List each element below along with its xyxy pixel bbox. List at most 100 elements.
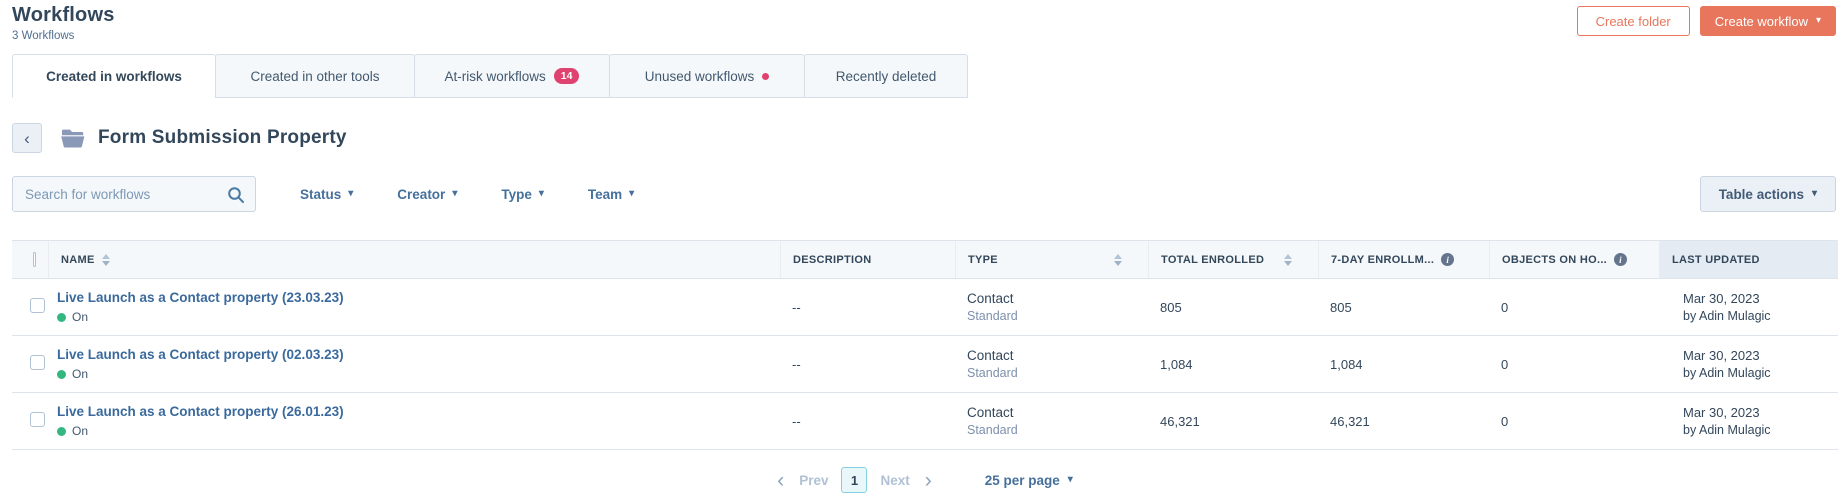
workflow-link[interactable]: Live Launch as a Contact property (26.01… xyxy=(57,404,344,419)
tab-at-risk-workflows[interactable]: At-risk workflows 14 xyxy=(414,54,610,98)
last-updated-cell: Mar 30, 2023 by Adin Mulagic xyxy=(1659,405,1838,437)
7-day-enrollment-cell: 805 xyxy=(1330,299,1352,315)
chevron-left-icon: ‹ xyxy=(24,128,30,148)
updated-date: Mar 30, 2023 xyxy=(1683,291,1760,306)
create-workflow-label: Create workflow xyxy=(1714,13,1808,29)
tab-created-in-other-tools[interactable]: Created in other tools xyxy=(215,54,415,98)
chevron-down-icon: ▾ xyxy=(1811,188,1817,199)
total-enrolled-cell: 805 xyxy=(1160,299,1182,315)
column-header-7-day-enrollment[interactable]: 7-DAY ENROLLM... i xyxy=(1318,241,1489,278)
page-title: Workflows xyxy=(12,4,115,26)
tab-label: Created in other tools xyxy=(250,68,380,84)
tab-created-in-workflows[interactable]: Created in workflows xyxy=(12,54,216,98)
column-header-last-updated[interactable]: LAST UPDATED xyxy=(1659,241,1838,278)
unused-alert-dot xyxy=(762,72,770,80)
create-workflow-button[interactable]: Create workflow ▾ xyxy=(1699,6,1836,36)
column-label: DESCRIPTION xyxy=(793,253,872,266)
workflows-page: Workflows 3 Workflows Create folder Crea… xyxy=(0,0,1848,502)
per-page-label: 25 per page xyxy=(984,472,1060,488)
objects-on-hold-cell: 0 xyxy=(1501,413,1509,429)
name-cell: Live Launch as a Contact property (26.01… xyxy=(48,404,780,438)
select-cell xyxy=(12,355,48,373)
name-cell: Live Launch as a Contact property (23.03… xyxy=(48,290,780,324)
tab-recently-deleted[interactable]: Recently deleted xyxy=(804,54,968,98)
last-updated-cell: Mar 30, 2023 by Adin Mulagic xyxy=(1659,348,1838,380)
table-actions-label: Table actions xyxy=(1718,186,1804,202)
top-bar: Workflows 3 Workflows Create folder Crea… xyxy=(12,4,1836,48)
tab-label: Unused workflows xyxy=(644,68,755,84)
select-all-checkbox[interactable] xyxy=(33,252,36,267)
column-header-name[interactable]: NAME xyxy=(48,241,780,278)
pagination: ‹ Prev 1 Next › 25 per page ▾ xyxy=(12,467,1836,493)
type-tier: Standard xyxy=(967,423,1018,437)
chevron-down-icon: ▾ xyxy=(1815,15,1821,26)
table-row: Live Launch as a Contact property (23.03… xyxy=(12,279,1838,336)
updated-date: Mar 30, 2023 xyxy=(1683,405,1760,420)
prev-page-button[interactable]: Prev xyxy=(799,473,828,488)
workflow-link[interactable]: Live Launch as a Contact property (02.03… xyxy=(57,347,344,362)
row-checkbox[interactable] xyxy=(30,298,45,313)
tab-label: Created in workflows xyxy=(46,68,182,84)
column-header-type[interactable]: TYPE xyxy=(955,241,1148,278)
sort-icon xyxy=(101,253,110,266)
table-header-row: NAME DESCRIPTION TYPE TOTAL ENROLLED 7-D… xyxy=(12,241,1838,279)
updated-date: Mar 30, 2023 xyxy=(1683,348,1760,363)
chevron-down-icon: ▾ xyxy=(629,188,635,199)
per-page-dropdown[interactable]: 25 per page ▾ xyxy=(985,473,1073,488)
table-row: Live Launch as a Contact property (02.03… xyxy=(12,336,1838,393)
column-label: OBJECTS ON HO... xyxy=(1502,253,1608,266)
status-filter-dropdown[interactable]: Status ▾ xyxy=(300,187,353,202)
team-filter-dropdown[interactable]: Team ▾ xyxy=(588,187,634,202)
search-icon xyxy=(227,186,245,209)
folder-title: Form Submission Property xyxy=(98,127,347,148)
workflow-link[interactable]: Live Launch as a Contact property (23.03… xyxy=(57,290,344,305)
tab-label: Recently deleted xyxy=(835,68,937,84)
row-checkbox[interactable] xyxy=(30,355,45,370)
last-updated-cell: Mar 30, 2023 by Adin Mulagic xyxy=(1659,291,1838,323)
column-header-description[interactable]: DESCRIPTION xyxy=(780,241,955,278)
type-tier: Standard xyxy=(967,309,1018,323)
next-page-button[interactable]: Next xyxy=(880,473,909,488)
at-risk-count-badge: 14 xyxy=(553,68,580,84)
info-icon[interactable]: i xyxy=(1441,253,1455,266)
status-on-dot xyxy=(57,312,66,322)
total-enrolled-cell: 46,321 xyxy=(1160,413,1200,429)
folder-icon xyxy=(60,128,86,149)
status-line: On xyxy=(57,310,768,324)
7-day-enrollment-cell: 1,084 xyxy=(1330,356,1363,372)
table-row: Live Launch as a Contact property (26.01… xyxy=(12,393,1838,450)
chevron-down-icon: ▾ xyxy=(538,188,544,199)
description-cell: -- xyxy=(792,413,801,429)
type-object: Contact xyxy=(967,405,1014,420)
table-actions-button[interactable]: Table actions ▾ xyxy=(1699,176,1836,212)
chevron-down-icon: ▾ xyxy=(348,188,354,199)
type-filter-dropdown[interactable]: Type ▾ xyxy=(501,187,544,202)
filter-label: Team xyxy=(587,186,623,202)
create-folder-button[interactable]: Create folder xyxy=(1576,6,1690,36)
current-page-button[interactable]: 1 xyxy=(841,467,868,493)
workflows-table: NAME DESCRIPTION TYPE TOTAL ENROLLED 7-D… xyxy=(12,240,1838,450)
back-button[interactable]: ‹ xyxy=(12,123,42,153)
workflow-count: 3 Workflows xyxy=(12,30,75,42)
column-header-objects-on-hold[interactable]: OBJECTS ON HO... i xyxy=(1489,241,1659,278)
description-cell: -- xyxy=(792,299,801,315)
info-icon[interactable]: i xyxy=(1614,253,1628,266)
chevron-left-icon[interactable]: ‹ xyxy=(775,470,786,491)
type-cell: Contact Standard xyxy=(955,348,1148,380)
filter-label: Type xyxy=(501,186,532,202)
column-header-total-enrolled[interactable]: TOTAL ENROLLED xyxy=(1148,241,1318,278)
column-label: LAST UPDATED xyxy=(1672,253,1760,266)
objects-on-hold-cell: 0 xyxy=(1501,299,1509,315)
title-block: Workflows 3 Workflows xyxy=(12,4,115,42)
search-input[interactable] xyxy=(13,177,213,211)
row-checkbox[interactable] xyxy=(30,412,45,427)
tab-unused-workflows[interactable]: Unused workflows xyxy=(609,54,805,98)
chevron-right-icon[interactable]: › xyxy=(923,470,934,491)
sort-icon xyxy=(1284,253,1292,266)
creator-filter-dropdown[interactable]: Creator ▾ xyxy=(397,187,457,202)
select-cell xyxy=(12,298,48,316)
filter-label: Status xyxy=(300,186,342,202)
updated-by: by Adin Mulagic xyxy=(1683,366,1771,380)
status-label: On xyxy=(72,310,89,324)
type-tier: Standard xyxy=(967,366,1018,380)
